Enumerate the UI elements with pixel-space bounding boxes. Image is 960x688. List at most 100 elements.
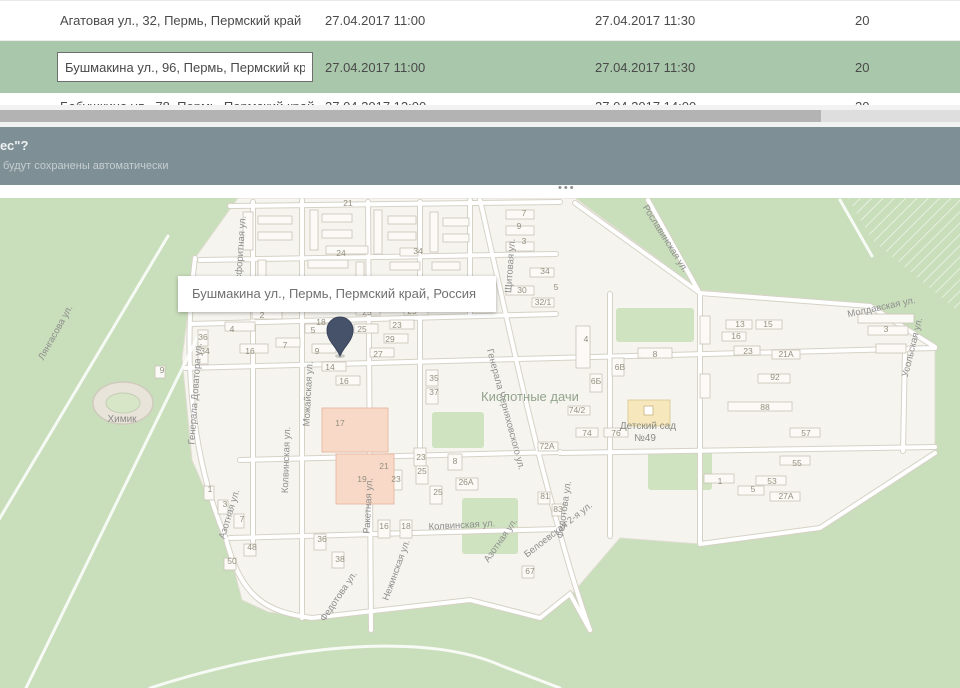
stadium-label: Химик <box>107 414 137 425</box>
kindergarten-icon <box>644 406 653 415</box>
map-tooltip: Бушмакина ул., Пермь, Пермский край, Рос… <box>178 276 496 312</box>
address-edit-input[interactable] <box>57 52 313 82</box>
table-row-selected[interactable]: 27.04.2017 11:00 27.04.2017 11:30 20 <box>0 41 960 93</box>
svg-text:26А: 26А <box>458 477 473 487</box>
svg-text:35: 35 <box>429 373 439 383</box>
svg-text:21: 21 <box>343 198 353 208</box>
svg-text:25: 25 <box>417 466 427 476</box>
panel-divider: ••• <box>0 185 960 198</box>
table-row[interactable]: Агатовая ул., 32, Пермь, Пермский край 2… <box>0 1 960 41</box>
svg-text:3: 3 <box>884 324 889 334</box>
horizontal-scrollbar <box>0 105 960 127</box>
svg-text:9: 9 <box>160 365 165 375</box>
svg-text:32/1: 32/1 <box>535 297 552 307</box>
svg-text:7: 7 <box>240 514 245 524</box>
svg-text:3: 3 <box>223 499 228 509</box>
address-table: Агатовая ул., 32, Пермь, Пермский край 2… <box>0 0 960 105</box>
address-cell[interactable]: Агатовая ул., 32, Пермь, Пермский край <box>0 13 325 28</box>
svg-text:6В: 6В <box>615 362 626 372</box>
svg-text:18: 18 <box>401 521 411 531</box>
value-cell[interactable]: 20 <box>855 60 960 75</box>
svg-text:23: 23 <box>416 452 426 462</box>
svg-text:34: 34 <box>540 266 550 276</box>
svg-text:57: 57 <box>801 428 811 438</box>
svg-text:16: 16 <box>731 331 741 341</box>
svg-text:55: 55 <box>792 458 802 468</box>
svg-text:81: 81 <box>540 491 550 501</box>
svg-text:23: 23 <box>391 474 401 484</box>
svg-text:4: 4 <box>230 324 235 334</box>
svg-text:25: 25 <box>433 487 443 497</box>
table-row[interactable]: Бабушкина ул., 78, Пермь, Пермский край … <box>0 93 960 105</box>
svg-text:4: 4 <box>584 334 589 344</box>
drag-handle-icon[interactable]: ••• <box>558 182 576 194</box>
map-canvas[interactable]: Лянгасова ул.Генерала Доватора ул.Фосфор… <box>0 198 960 688</box>
start-time-cell[interactable]: 27.04.2017 12:00 <box>325 93 595 105</box>
svg-text:18: 18 <box>316 317 326 327</box>
map-view[interactable]: Лянгасова ул.Генерала Доватора ул.Фосфор… <box>0 198 960 688</box>
svg-text:48: 48 <box>247 542 257 552</box>
svg-text:92: 92 <box>770 372 780 382</box>
value-cell[interactable]: 20 <box>855 13 960 28</box>
svg-text:24: 24 <box>336 248 346 258</box>
svg-text:27А: 27А <box>778 491 793 501</box>
svg-text:16: 16 <box>339 376 349 386</box>
svg-text:Колвинская ул.: Колвинская ул. <box>280 426 293 493</box>
svg-text:27: 27 <box>373 349 383 359</box>
svg-text:7: 7 <box>522 208 527 218</box>
svg-text:25: 25 <box>357 324 367 334</box>
svg-text:5: 5 <box>311 325 316 335</box>
start-time-cell[interactable]: 27.04.2017 11:00 <box>325 13 595 28</box>
svg-text:7: 7 <box>283 340 288 350</box>
start-time-cell[interactable]: 27.04.2017 11:00 <box>325 60 595 75</box>
end-time-cell[interactable]: 27.04.2017 11:30 <box>595 60 855 75</box>
save-banner: ес"? будут сохранены автоматически <box>0 127 960 185</box>
svg-text:1: 1 <box>208 484 213 494</box>
svg-text:19: 19 <box>357 474 367 484</box>
svg-text:29: 29 <box>385 334 395 344</box>
svg-text:5: 5 <box>751 484 756 494</box>
svg-text:1: 1 <box>718 476 723 486</box>
svg-text:88: 88 <box>760 402 770 412</box>
svg-text:16: 16 <box>245 346 255 356</box>
svg-text:67: 67 <box>525 566 535 576</box>
svg-text:14: 14 <box>325 362 335 372</box>
svg-text:36: 36 <box>317 534 327 544</box>
svg-text:21: 21 <box>379 461 389 471</box>
svg-text:50: 50 <box>227 556 237 566</box>
svg-text:72А: 72А <box>539 441 554 451</box>
svg-text:6Б: 6Б <box>591 376 602 386</box>
banner-title: ес"? <box>0 138 960 153</box>
app-screen: Агатовая ул., 32, Пермь, Пермский край 2… <box>0 0 960 688</box>
svg-text:17: 17 <box>335 418 345 428</box>
svg-text:15: 15 <box>763 319 773 329</box>
svg-text:23: 23 <box>392 320 402 330</box>
address-cell[interactable]: Бабушкина ул., 78, Пермь, Пермский край <box>0 93 325 105</box>
svg-text:3: 3 <box>522 236 527 246</box>
end-time-cell[interactable]: 27.04.2017 14:00 <box>595 93 855 105</box>
svg-text:36: 36 <box>198 332 208 342</box>
end-time-cell[interactable]: 27.04.2017 11:30 <box>595 13 855 28</box>
svg-text:34: 34 <box>413 246 423 256</box>
svg-text:38: 38 <box>335 554 345 564</box>
svg-text:21А: 21А <box>778 349 793 359</box>
locality-label: Кислотные дачи <box>481 389 579 404</box>
svg-text:74/2: 74/2 <box>569 405 586 415</box>
svg-text:13: 13 <box>735 319 745 329</box>
kindergarten-label-1: Детский сад <box>620 421 676 432</box>
svg-text:9: 9 <box>517 221 522 231</box>
svg-text:30: 30 <box>517 285 527 295</box>
svg-text:5: 5 <box>554 282 559 292</box>
svg-text:8: 8 <box>453 456 458 466</box>
address-cell-editing <box>0 52 325 82</box>
value-cell[interactable]: 20 <box>855 93 960 105</box>
svg-text:8: 8 <box>653 349 658 359</box>
svg-text:23: 23 <box>743 346 753 356</box>
scrollbar-track[interactable] <box>0 110 960 122</box>
svg-text:53: 53 <box>767 476 777 486</box>
scrollbar-thumb[interactable] <box>0 110 821 122</box>
svg-text:37: 37 <box>429 387 439 397</box>
svg-text:9: 9 <box>315 346 320 356</box>
svg-text:16: 16 <box>379 521 389 531</box>
kindergarten-label-2: №49 <box>634 433 656 444</box>
